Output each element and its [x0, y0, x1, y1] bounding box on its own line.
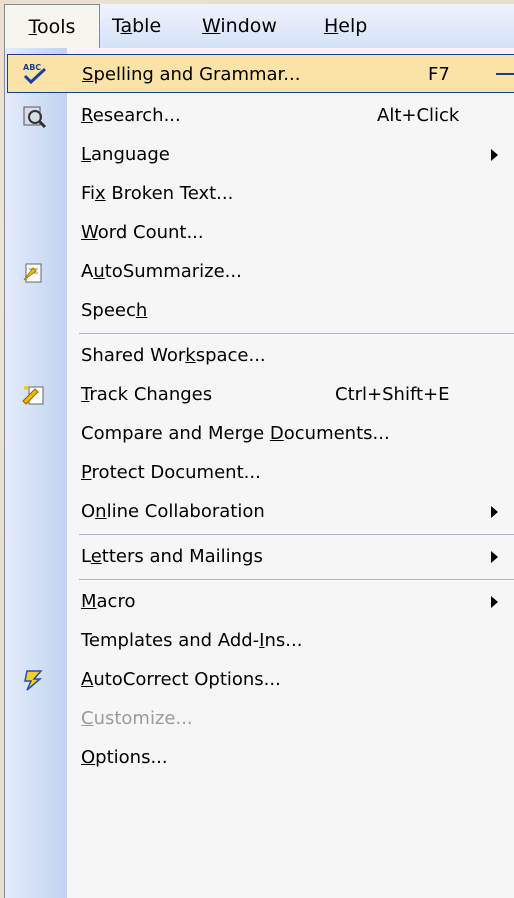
menu-item-track-changes[interactable]: Track Changes Ctrl+Shift+E — [5, 375, 514, 414]
menu-item-letters-mailings[interactable]: Letters and Mailings — [5, 537, 514, 576]
tools-dropdown-menu: ABC Spelling and Grammar... F7 Research.… — [4, 48, 514, 898]
menu-item-templates-addins[interactable]: Templates and Add-Ins... — [5, 621, 514, 660]
submenu-arrow-icon — [491, 551, 498, 563]
menu-item-compare-merge[interactable]: Compare and Merge Documents... — [5, 414, 514, 453]
menu-tools[interactable]: Tools — [4, 4, 100, 50]
shortcut-f7: F7 — [428, 64, 450, 85]
menu-bar: Tools Table Window Help — [4, 4, 514, 50]
shortcut-ctrl-shift-e: Ctrl+Shift+E — [335, 384, 450, 405]
menu-item-spelling-grammar[interactable]: ABC Spelling and Grammar... F7 — [7, 54, 514, 93]
menu-item-protect-document[interactable]: Protect Document... — [5, 453, 514, 492]
menu-separator — [79, 579, 514, 580]
menu-separator — [79, 534, 514, 535]
menu-item-fix-broken-text[interactable]: Fix Broken Text... — [5, 174, 514, 213]
menu-item-autocorrect-options[interactable]: AutoCorrect Options... — [5, 660, 514, 699]
menu-table[interactable]: Table — [112, 4, 161, 48]
menu-item-speech[interactable]: Speech — [5, 291, 514, 330]
spellcheck-icon: ABC — [23, 63, 47, 85]
menu-window[interactable]: Window — [202, 4, 277, 48]
shortcut-alt-click: Alt+Click — [377, 105, 460, 126]
menu-separator — [79, 333, 514, 334]
research-icon — [23, 106, 47, 128]
menu-item-macro[interactable]: Macro — [5, 582, 514, 621]
menu-item-language[interactable]: Language — [5, 135, 514, 174]
menu-item-autosummarize[interactable]: AutoSummarize... — [5, 252, 514, 291]
menu-help[interactable]: Help — [324, 4, 367, 48]
autosummarize-icon — [23, 263, 42, 283]
autocorrect-icon — [24, 670, 43, 691]
pointer-line — [496, 73, 514, 75]
track-changes-icon — [22, 386, 44, 405]
menu-item-options[interactable]: Options... — [5, 738, 514, 777]
menu-item-shared-workspace[interactable]: Shared Workspace... — [5, 336, 514, 375]
menu-item-customize: Customize... — [81, 708, 193, 729]
submenu-arrow-icon — [491, 149, 498, 161]
svg-text:ABC: ABC — [23, 63, 41, 72]
menu-item-word-count[interactable]: Word Count... — [5, 213, 514, 252]
submenu-arrow-icon — [491, 596, 498, 608]
submenu-arrow-icon — [491, 506, 498, 518]
menu-item-online-collaboration[interactable]: Online Collaboration — [5, 492, 514, 531]
menu-item-research[interactable]: Research... Alt+Click — [5, 96, 514, 135]
